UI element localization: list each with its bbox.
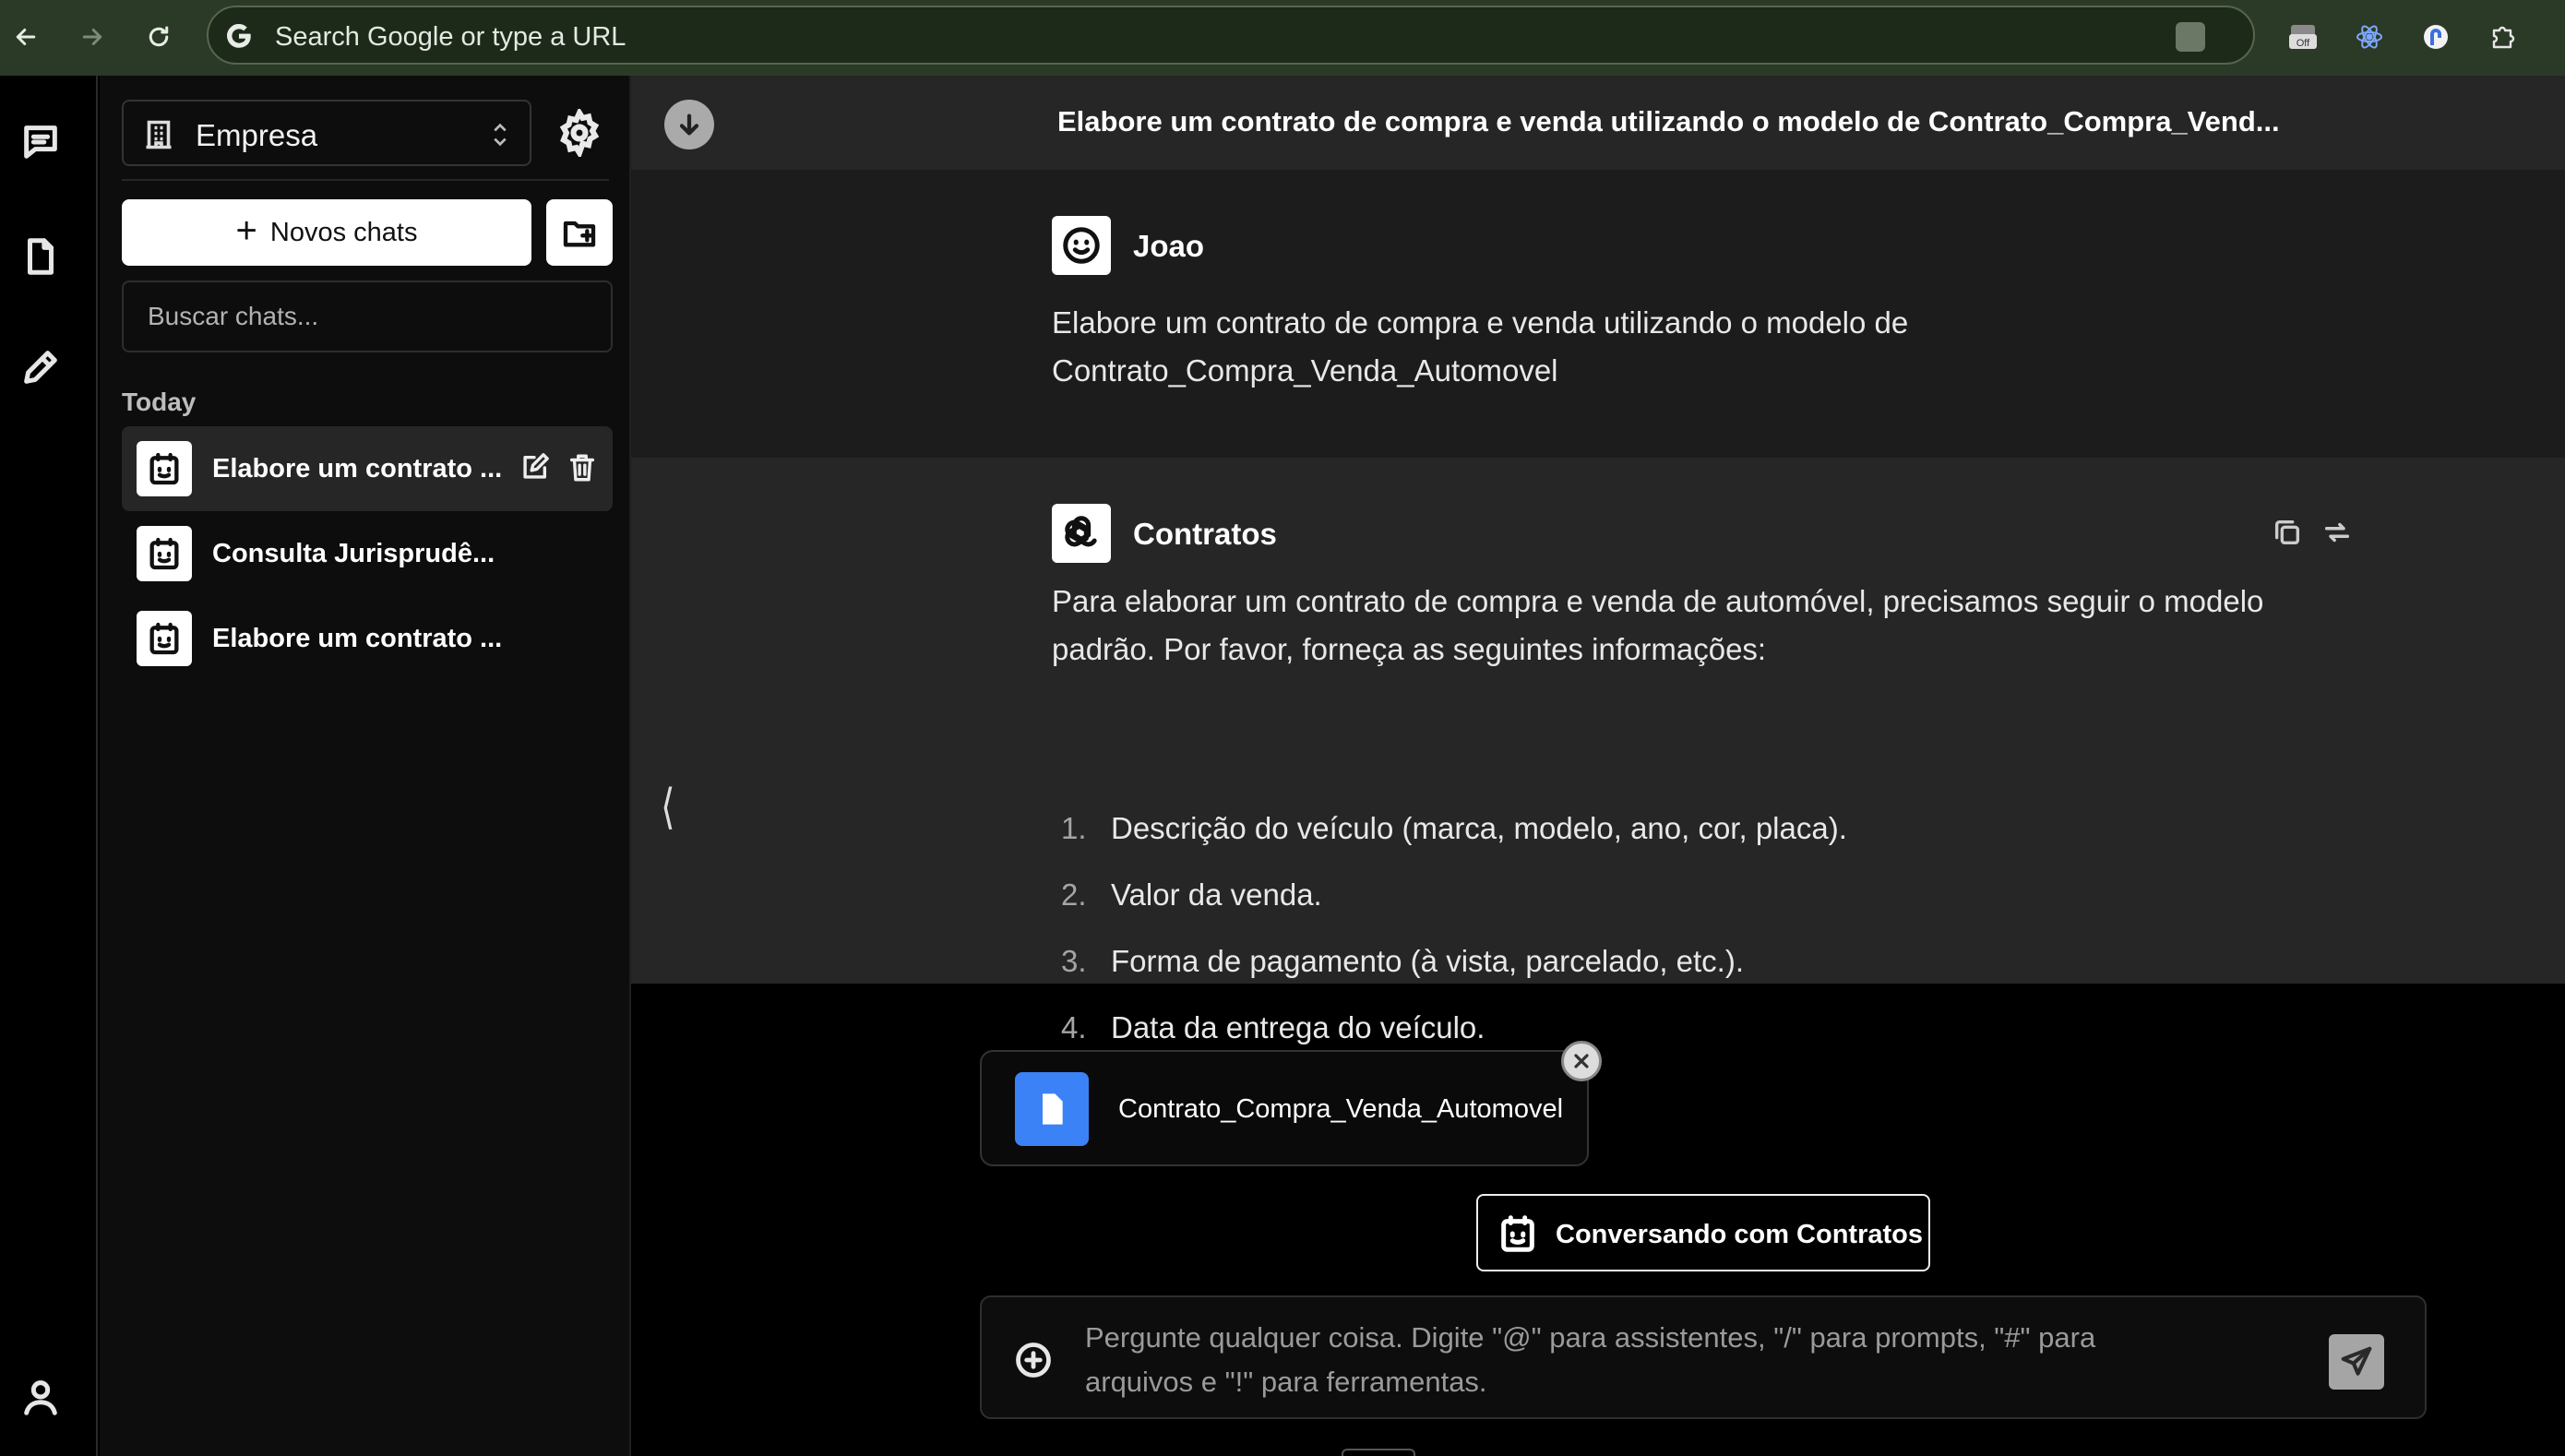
attachment-card: Contrato_Compra_Venda_Automovel: [980, 1050, 1589, 1166]
user-message-line: Elabore um contrato de compra e venda ut…: [1052, 305, 1909, 340]
close-icon: [1574, 1054, 1589, 1068]
chat-list-item-title: Elabore um contrato ...: [212, 624, 503, 653]
react-devtools-icon[interactable]: [2349, 17, 2390, 57]
new-folder-button[interactable]: [546, 199, 613, 266]
new-chat-label: Novos chats: [269, 217, 418, 247]
extension-off-badge-icon[interactable]: Off: [2283, 17, 2323, 57]
icon-rail: [0, 76, 98, 1456]
address-placeholder: Search Google or type a URL: [275, 22, 626, 52]
search-chats-field[interactable]: [122, 280, 613, 352]
new-chat-button[interactable]: + Novos chats: [122, 199, 531, 266]
assistant-intro-line: padrão. Por favor, forneça as seguintes …: [1052, 632, 1767, 666]
puzzle-extensions-icon[interactable]: [2482, 17, 2523, 57]
list-item-text: Valor da venda.: [1111, 877, 1322, 912]
assistant-robot-icon: [137, 526, 192, 581]
settings-gear-icon[interactable]: [555, 106, 603, 160]
chat-main: Elabore um contrato de compra e venda ut…: [631, 76, 2565, 1456]
browser-toolbar: Search Google or type a URL Off: [0, 0, 2565, 76]
list-item-text: Data da entrega do veículo.: [1111, 1010, 1485, 1044]
section-today-label: Today: [122, 388, 197, 416]
active-assistant-pill[interactable]: Conversando com Contratos: [1476, 1194, 1930, 1271]
user-profile-icon[interactable]: [17, 1373, 65, 1421]
chat-header: Elabore um contrato de compra e venda ut…: [631, 76, 2565, 170]
list-item-number: 3.: [1061, 944, 1087, 978]
scroll-stub: [1342, 1449, 1415, 1456]
assistant-robot-icon: [1497, 1212, 1539, 1255]
assistant-sender-name: Contratos: [1133, 517, 1277, 551]
list-item: 3. Forma de pagamento (à vista, parcelado…: [1052, 928, 2344, 995]
collapse-sidebar-toggle[interactable]: ⟨: [661, 780, 675, 835]
page-insights-icon[interactable]: [2176, 22, 2205, 52]
scroll-down-button[interactable]: [664, 100, 714, 149]
edit-chat-icon[interactable]: [519, 452, 552, 485]
regenerate-icon[interactable]: [2321, 517, 2358, 554]
off-badge-text: Off: [2297, 38, 2310, 49]
user-sender-name: Joao: [1133, 229, 1205, 263]
search-chats-input[interactable]: [124, 282, 611, 351]
list-item-text: Descrição do veículo (marca, modelo, ano…: [1111, 811, 1847, 845]
list-item-number: 2.: [1061, 877, 1087, 912]
password-manager-icon[interactable]: [2416, 17, 2456, 57]
attachment-filename: Contrato_Compra_Venda_Automovel: [1118, 1094, 1564, 1124]
assistant-message-intro: Para elaborar um contrato de compra e ve…: [1052, 578, 2362, 674]
address-bar[interactable]: Search Google or type a URL: [207, 6, 2255, 65]
folder-plus-icon: [563, 221, 596, 247]
remove-attachment-button[interactable]: [1561, 1041, 1602, 1081]
list-item: 1. Descrição do veículo (marca, modelo, a…: [1052, 795, 2344, 862]
forward-icon[interactable]: [72, 17, 113, 57]
chat-sidebar: Empresa + Novos chats Today Elabore um c…: [100, 76, 631, 1456]
chat-list-item-title: Elabore um contrato ...: [212, 454, 503, 483]
document-icon[interactable]: [17, 233, 65, 280]
chat-list-item[interactable]: Consulta Jurisprudê...: [122, 511, 613, 596]
assistant-robot-icon: [137, 441, 192, 496]
user-message-text: Elabore um contrato de compra e venda ut…: [1052, 299, 2362, 395]
composer-placeholder[interactable]: Pergunte qualquer coisa. Digite "@" para…: [1085, 1316, 2285, 1404]
openai-logo-icon: [1052, 504, 1111, 563]
active-assistant-label: Conversando com Contratos: [1556, 1220, 1923, 1249]
composer-placeholder-line: Pergunte qualquer coisa. Digite "@" para…: [1085, 1321, 2096, 1354]
assistant-intro-line: Para elaborar um contrato de compra e ve…: [1052, 584, 2264, 618]
copy-icon[interactable]: [2272, 517, 2308, 554]
list-item: 2. Valor da venda.: [1052, 862, 2344, 928]
pencil-icon[interactable]: [17, 343, 65, 391]
plus-icon: +: [235, 210, 257, 251]
google-icon: [223, 20, 255, 52]
list-item-number: 1.: [1061, 811, 1087, 845]
assistant-robot-icon: [137, 611, 192, 666]
send-icon: [2341, 1346, 2372, 1376]
user-message-line: Contrato_Compra_Venda_Automovel: [1052, 353, 1558, 388]
file-icon: [1015, 1072, 1089, 1146]
chat-bubble-icon[interactable]: [17, 118, 65, 166]
user-message: Joao Elabore um contrato de compra e ven…: [631, 170, 2565, 458]
reload-icon[interactable]: [138, 17, 179, 57]
chat-list-item[interactable]: Elabore um contrato ...: [122, 596, 613, 681]
assistant-message: Contratos Para elaborar um contrato de c…: [631, 458, 2565, 1044]
message-composer[interactable]: Pergunte qualquer coisa. Digite "@" para…: [980, 1295, 2427, 1419]
chevron-up-down-icon: [487, 120, 513, 149]
add-attachment-icon[interactable]: [1013, 1340, 1054, 1380]
chat-title: Elabore um contrato de compra e venda ut…: [1057, 105, 2280, 137]
workspace-select[interactable]: Empresa: [122, 100, 531, 166]
smiley-avatar-icon: [1052, 216, 1111, 275]
chat-list-item-title: Consulta Jurisprudê...: [212, 539, 495, 568]
delete-chat-icon[interactable]: [567, 452, 600, 485]
requested-info-list: 1. Descrição do veículo (marca, modelo, a…: [1052, 795, 2344, 1061]
arrow-down-icon: [679, 113, 699, 136]
send-button[interactable]: [2329, 1334, 2384, 1390]
chat-list-item[interactable]: Elabore um contrato ...: [122, 426, 613, 511]
building-icon: [142, 118, 175, 151]
list-item-text: Forma de pagamento (à vista, parcelado, …: [1111, 944, 1745, 978]
composer-placeholder-line: arquivos e "!" para ferramentas.: [1085, 1366, 1487, 1398]
sidebar-divider: [122, 179, 609, 181]
back-icon[interactable]: [6, 17, 46, 57]
workspace-name: Empresa: [196, 118, 318, 152]
